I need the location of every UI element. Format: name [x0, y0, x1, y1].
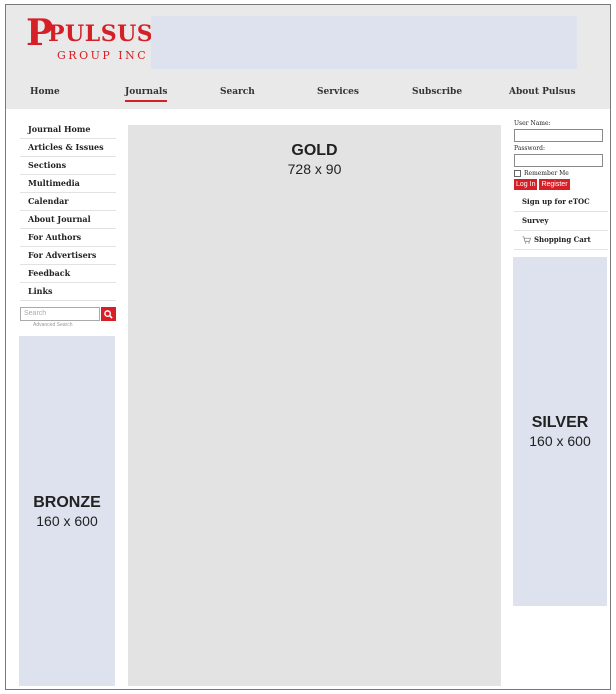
nav-subscribe[interactable]: Subscribe	[412, 87, 462, 97]
password-label: Password:	[514, 145, 545, 152]
remember-me-label: Remember Me	[524, 170, 569, 177]
silver-ad-name: SILVER	[531, 414, 589, 431]
sidebar-item-articles-issues[interactable]: Articles & Issues	[20, 139, 116, 157]
sidebar-item-calendar[interactable]: Calendar	[20, 193, 116, 211]
sidebar-item-about-journal[interactable]: About Journal	[20, 211, 116, 229]
advanced-search-link[interactable]: Advanced Search	[33, 322, 72, 328]
page-frame: P PULSUS GROUP INC Home Journals Search …	[5, 4, 611, 690]
sidebar-item-links[interactable]: Links	[20, 283, 116, 301]
sidebar-item-multimedia[interactable]: Multimedia	[20, 175, 116, 193]
bronze-ad-size: 160 x 600	[36, 512, 98, 529]
bronze-ad[interactable]: BRONZE 160 x 600	[19, 336, 115, 686]
nav-home[interactable]: Home	[30, 87, 60, 97]
pulsus-logo-mark: P PULSUS GROUP INC	[26, 12, 153, 62]
sidebar-item-for-authors[interactable]: For Authors	[20, 229, 116, 247]
search-input[interactable]: Search	[20, 307, 100, 321]
sidebar-search: Search	[20, 307, 116, 321]
remember-me-checkbox[interactable]	[514, 170, 521, 177]
survey-link[interactable]: Survey	[514, 212, 608, 231]
sidebar-item-journal-home[interactable]: Journal Home	[20, 121, 116, 139]
bronze-ad-name: BRONZE	[33, 493, 101, 511]
nav-about-pulsus[interactable]: About Pulsus	[509, 87, 576, 97]
login-buttons: Log In Register	[514, 179, 608, 190]
shopping-cart-link[interactable]: Shopping Cart	[514, 231, 608, 250]
logo-sub-text: GROUP INC	[57, 49, 148, 62]
logo-main-text: PULSUS	[48, 21, 153, 47]
sidebar-item-sections[interactable]: Sections	[20, 157, 116, 175]
top-banner-ad[interactable]	[151, 16, 577, 69]
remember-me: Remember Me	[514, 170, 608, 177]
shopping-cart-label: Shopping Cart	[534, 235, 591, 244]
nav-search[interactable]: Search	[220, 87, 255, 97]
sidebar-item-feedback[interactable]: Feedback	[20, 265, 116, 283]
pulsus-logo[interactable]: P PULSUS GROUP INC	[26, 12, 156, 65]
username-field[interactable]	[514, 129, 603, 142]
register-button[interactable]: Register	[539, 179, 570, 190]
gold-ad-name: GOLD	[291, 142, 338, 159]
main-nav: Home Journals Search Services Subscribe …	[6, 83, 610, 109]
silver-ad-size: 160 x 600	[529, 433, 591, 449]
silver-ad[interactable]: SILVER 160 x 600	[513, 257, 607, 606]
gold-ad[interactable]: GOLD 728 x 90	[128, 125, 501, 686]
search-button[interactable]	[101, 307, 116, 321]
sidebar-item-for-advertisers[interactable]: For Advertisers	[20, 247, 116, 265]
site-header: P PULSUS GROUP INC Home Journals Search …	[6, 5, 610, 109]
shopping-cart-icon	[522, 236, 531, 244]
nav-services[interactable]: Services	[317, 87, 359, 97]
login-button[interactable]: Log In	[514, 179, 538, 190]
login-panel: User Name: Password: Remember Me Log In …	[514, 120, 608, 250]
gold-ad-size: 728 x 90	[287, 161, 342, 177]
search-icon	[104, 309, 113, 319]
journal-sidebar: Journal Home Articles & Issues Sections …	[20, 121, 116, 301]
etoc-signup-link[interactable]: Sign up for eTOC	[514, 193, 608, 212]
password-field[interactable]	[514, 154, 603, 167]
right-links: Sign up for eTOC Survey Shopping Cart	[514, 193, 608, 250]
username-label: User Name:	[514, 120, 551, 127]
nav-journals[interactable]: Journals	[125, 87, 168, 102]
